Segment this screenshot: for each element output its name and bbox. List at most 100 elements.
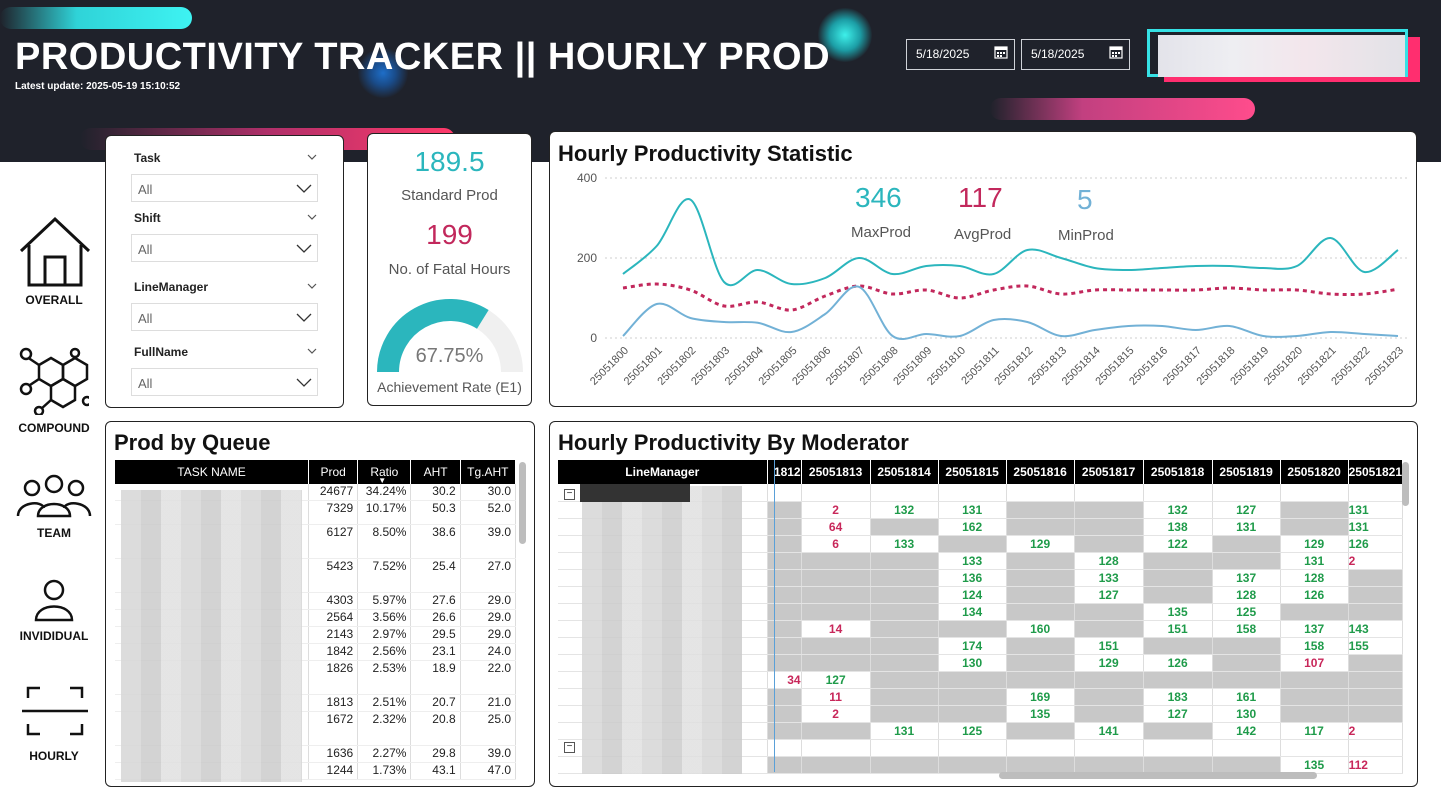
table-cell: 24.0 <box>460 643 517 661</box>
matrix-cell <box>938 705 1007 723</box>
matrix-cell: 131 <box>1212 518 1281 536</box>
col-hour[interactable]: 25051820 <box>1280 460 1349 484</box>
matrix-cell <box>1212 671 1281 689</box>
matrix-cell <box>938 535 1007 553</box>
expand-toggle-icon[interactable]: − <box>564 742 575 753</box>
calendar-icon[interactable] <box>1109 45 1123 59</box>
y-tick-label: 400 <box>577 171 597 185</box>
matrix-cell <box>870 705 939 723</box>
moderator-scrollbar-v[interactable] <box>1402 462 1409 506</box>
matrix-cell <box>767 756 802 774</box>
nav-overall[interactable]: OVERALL <box>0 212 108 312</box>
date-from-picker[interactable]: 5/18/2025 <box>906 39 1015 70</box>
matrix-cell <box>1212 484 1281 502</box>
nav-individual[interactable]: INVIDIDUAL <box>0 578 108 646</box>
matrix-cell <box>1143 484 1213 502</box>
date-to-picker[interactable]: 5/18/2025 <box>1021 39 1130 70</box>
table-cell: 27.0 <box>460 558 517 593</box>
nav-compound[interactable]: COMPOUND <box>0 343 108 438</box>
matrix-cell <box>1280 688 1349 706</box>
matrix-cell <box>1074 688 1144 706</box>
table-cell: 7.52% <box>357 558 412 593</box>
matrix-cell <box>870 688 939 706</box>
chevron-down-icon[interactable] <box>307 346 317 356</box>
col-hour[interactable]: 25051813 <box>801 460 871 484</box>
col-hour[interactable]: 25051814 <box>870 460 939 484</box>
col-hour[interactable]: 25051821 <box>1348 460 1403 484</box>
matrix-cell: 130 <box>1212 705 1281 723</box>
table-cell: 1.73% <box>357 762 412 780</box>
matrix-cell <box>1348 705 1403 723</box>
achievement-label: Achievement Rate (E1) <box>377 379 522 395</box>
matrix-cell: 136 <box>938 569 1007 587</box>
nav-hourly[interactable]: HOURLY <box>0 684 108 768</box>
table-cell: 18.9 <box>410 660 461 695</box>
chevron-down-icon[interactable] <box>307 212 317 222</box>
matrix-cell <box>1074 518 1144 536</box>
y-tick-label: 0 <box>590 331 597 345</box>
slicer-linemanager-label: LineManager <box>134 280 209 294</box>
matrix-cell: 14 <box>801 620 871 638</box>
matrix-cell <box>1143 637 1213 655</box>
col-hour[interactable]: 25051816 <box>1006 460 1075 484</box>
col-hour[interactable]: 25051815 <box>938 460 1007 484</box>
filter-panel: Task All Shift All LineManager All FullN… <box>105 135 344 408</box>
matrix-cell <box>801 654 871 672</box>
col-task-name[interactable]: TASK NAME <box>115 460 310 484</box>
table-cell: 30.2 <box>410 484 461 501</box>
matrix-cell <box>767 535 802 553</box>
col-hour[interactable]: 25051817 <box>1074 460 1144 484</box>
matrix-cell <box>1280 603 1349 621</box>
moderator-scrollbar-h[interactable] <box>999 772 1317 779</box>
matrix-cell <box>767 518 802 536</box>
queue-scrollbar[interactable] <box>519 462 526 544</box>
matrix-cell: 117 <box>1280 722 1349 740</box>
calendar-icon[interactable] <box>994 45 1008 59</box>
slicer-task-dropdown[interactable]: All <box>131 174 318 202</box>
col-hour[interactable]: 25051819 <box>1212 460 1281 484</box>
col-tg-aht[interactable]: Tg.AHT <box>460 460 517 484</box>
matrix-cell <box>1006 518 1075 536</box>
matrix-cell <box>870 569 939 587</box>
focus-frame-icon <box>22 686 88 736</box>
matrix-cell: 124 <box>938 586 1007 604</box>
matrix-cell: 128 <box>1074 552 1144 570</box>
matrix-cell <box>1348 603 1403 621</box>
col-ratio[interactable]: Ratio ▼ <box>357 460 412 485</box>
matrix-cell <box>1280 501 1349 519</box>
matrix-cell <box>870 756 939 774</box>
molecule-icon <box>19 347 89 415</box>
matrix-cell: 151 <box>1143 620 1213 638</box>
slicer-fullname-dropdown[interactable]: All <box>131 368 318 396</box>
col-hour[interactable]: 1812 <box>767 460 802 484</box>
col-hour[interactable]: 25051818 <box>1143 460 1213 484</box>
chevron-down-icon <box>296 378 312 387</box>
matrix-cell: 160 <box>1006 620 1075 638</box>
table-cell: 2.51% <box>357 694 412 712</box>
matrix-cell <box>1006 671 1075 689</box>
matrix-cell <box>801 739 871 757</box>
col-aht[interactable]: AHT <box>410 460 461 484</box>
matrix-cell <box>1212 654 1281 672</box>
series-line-avgprod[interactable] <box>622 282 1399 312</box>
col-linemanager[interactable]: LineManager <box>558 460 768 484</box>
expand-toggle-icon[interactable]: − <box>564 489 575 500</box>
matrix-cell: 2 <box>1348 552 1403 570</box>
matrix-cell <box>870 671 939 689</box>
chevron-down-icon[interactable] <box>307 281 317 291</box>
slicer-shift-dropdown[interactable]: All <box>131 234 318 262</box>
slicer-linemanager-dropdown[interactable]: All <box>131 303 318 331</box>
matrix-cell <box>1348 654 1403 672</box>
matrix-cell <box>1143 552 1213 570</box>
table-cell: 25.0 <box>460 711 517 746</box>
col-prod[interactable]: Prod <box>308 460 359 484</box>
chevron-down-icon[interactable] <box>307 152 317 162</box>
series-line-maxprod[interactable] <box>622 198 1399 287</box>
matrix-cell: 127 <box>1074 586 1144 604</box>
matrix-cell <box>1006 756 1075 774</box>
series-line-minprod[interactable] <box>622 285 1399 341</box>
matrix-cell <box>1143 739 1213 757</box>
task-names-redacted <box>121 490 302 782</box>
nav-team[interactable]: TEAM <box>0 470 108 542</box>
matrix-cell <box>767 637 802 655</box>
